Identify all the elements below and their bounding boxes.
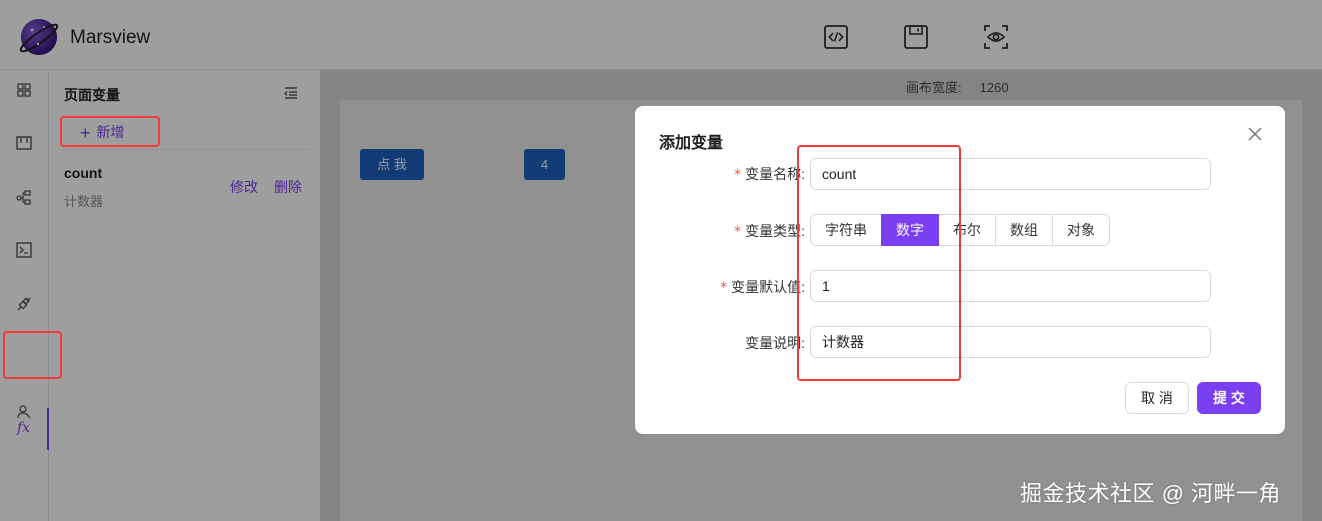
field-label-text: 变量类型: [745, 223, 802, 239]
required-mark: *: [734, 167, 742, 183]
close-icon[interactable]: [1246, 125, 1264, 143]
field-label-text: 变量说明: [745, 335, 802, 351]
type-option-object[interactable]: 对象: [1052, 214, 1110, 246]
highlight-box: [60, 116, 160, 147]
field-label-text: 变量名称: [745, 166, 802, 182]
field-label-default: * 变量默认值:: [635, 277, 805, 297]
field-label-text: 变量默认值: [731, 279, 802, 295]
required-mark: *: [720, 280, 728, 296]
modal-title: 添加变量: [659, 135, 724, 152]
required-mark: *: [734, 224, 742, 240]
highlight-box: [797, 145, 961, 381]
field-label-desc: 变量说明:: [635, 333, 805, 353]
highlight-box: [3, 331, 62, 379]
submit-button[interactable]: 提 交: [1197, 382, 1261, 414]
watermark: 掘金技术社区 @ 河畔一角: [1020, 481, 1282, 506]
type-option-number[interactable]: 数字: [881, 214, 939, 246]
field-label-name: * 变量名称:: [635, 164, 805, 184]
type-option-array[interactable]: 数组: [995, 214, 1053, 246]
field-label-type: * 变量类型:: [635, 221, 805, 241]
cancel-button[interactable]: 取 消: [1125, 382, 1189, 414]
